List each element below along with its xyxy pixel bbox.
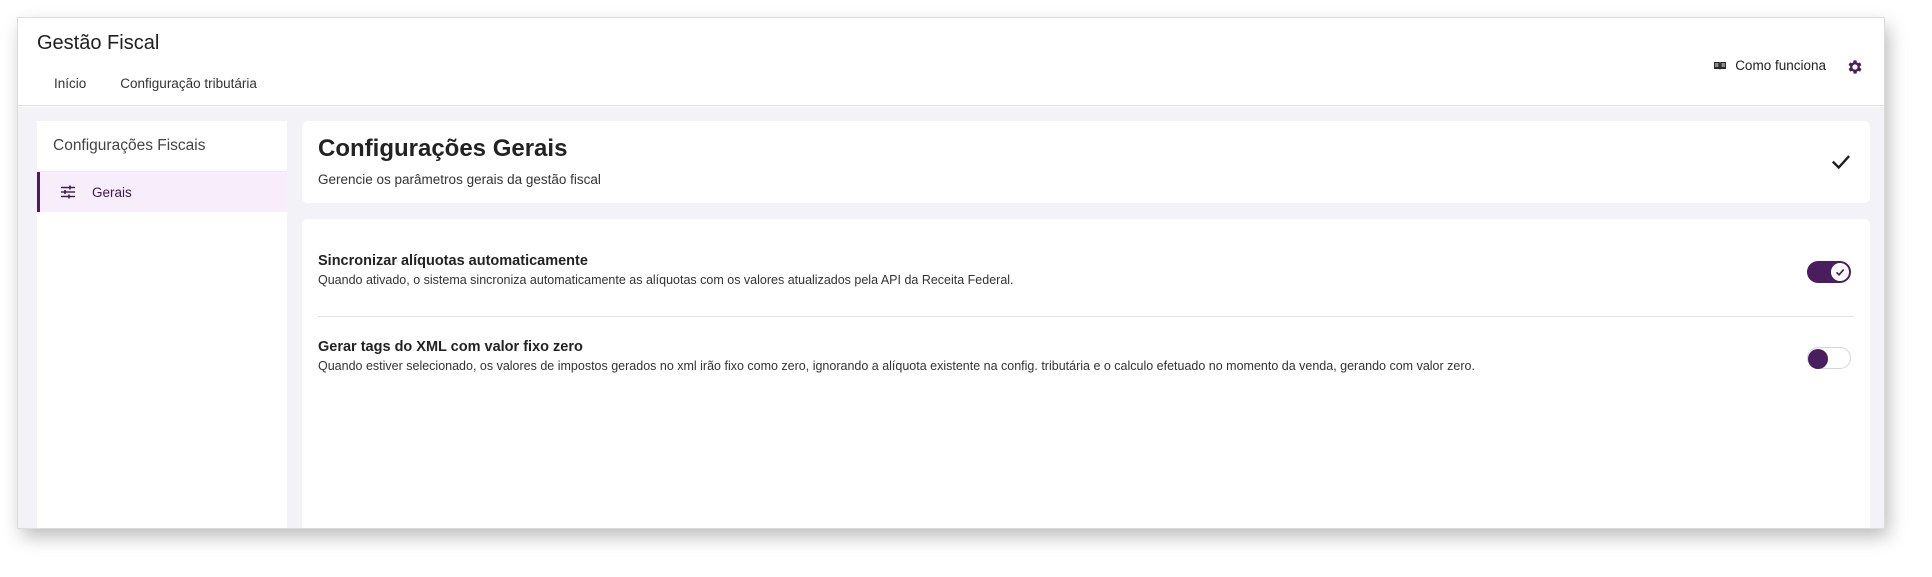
how-it-works-label: Como funciona <box>1735 58 1826 73</box>
page-header-card: Configurações Gerais Gerencie os parâmet… <box>302 121 1870 203</box>
setting-description: Quando estiver selecionado, os valores d… <box>318 359 1475 373</box>
nav-tabs: Início Configuração tributária <box>37 70 274 97</box>
page-subtitle: Gerencie os parâmetros gerais da gestão … <box>318 172 601 187</box>
sidebar-item-label: Gerais <box>92 184 132 200</box>
toggle-knob <box>1831 263 1849 281</box>
gear-icon[interactable] <box>1846 58 1864 76</box>
setting-xml-zero-tags: Gerar tags do XML com valor fixo zero Qu… <box>318 339 1854 401</box>
toggle-knob <box>1808 349 1828 369</box>
sidebar-item-gerais[interactable]: Gerais <box>37 172 287 212</box>
sidebar-title: Configurações Fiscais <box>37 121 287 172</box>
xml-zero-tags-toggle[interactable] <box>1807 347 1851 369</box>
tab-configuracao-tributaria[interactable]: Configuração tributária <box>103 70 274 97</box>
setting-title: Gerar tags do XML com valor fixo zero <box>318 339 583 355</box>
content-area: Configurações Fiscais Gerais Configuraçõ… <box>18 107 1884 528</box>
app-window: Gestão Fiscal Início Configuração tribut… <box>18 18 1884 528</box>
sliders-icon <box>61 185 75 199</box>
setting-sync-rates: Sincronizar alíquotas automaticamente Qu… <box>318 253 1854 317</box>
check-icon <box>1835 268 1845 277</box>
sidebar: Configurações Fiscais Gerais <box>37 121 287 528</box>
sync-rates-toggle[interactable] <box>1807 261 1851 283</box>
setting-description: Quando ativado, o sistema sincroniza aut… <box>318 273 1014 287</box>
settings-card: Sincronizar alíquotas automaticamente Qu… <box>302 219 1870 528</box>
tab-inicio[interactable]: Início <box>37 70 103 97</box>
how-it-works-button[interactable]: Como funciona <box>1713 58 1826 73</box>
setting-title: Sincronizar alíquotas automaticamente <box>318 253 588 269</box>
page-title: Configurações Gerais <box>318 135 568 162</box>
check-icon[interactable] <box>1830 151 1852 173</box>
top-bar: Gestão Fiscal Início Configuração tribut… <box>18 18 1884 106</box>
app-title: Gestão Fiscal <box>37 32 160 54</box>
book-icon <box>1714 61 1727 70</box>
